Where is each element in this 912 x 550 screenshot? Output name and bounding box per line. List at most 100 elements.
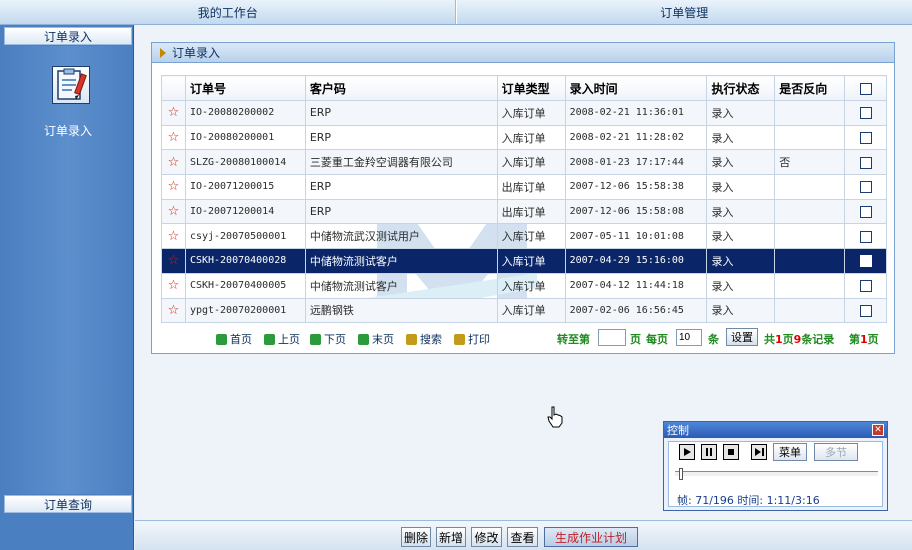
goto-label: 转至第 (557, 333, 590, 346)
row-checkbox[interactable] (859, 230, 872, 243)
row-checkbox[interactable] (859, 156, 872, 169)
cell-select[interactable] (844, 223, 887, 250)
close-icon[interactable]: ✕ (872, 424, 884, 436)
next-page-link[interactable]: 下页 (310, 331, 346, 347)
cell-customer: 远鹏钢铁 (304, 297, 498, 324)
control-body: 菜单 多节 帧: 71/196 时间: 1:11/3:16 (668, 441, 883, 507)
cell-select[interactable] (844, 248, 887, 274)
cell-select[interactable] (844, 297, 887, 324)
cell-order-type: 入库订单 (496, 223, 566, 250)
col-order-no[interactable]: 订单号 (184, 75, 306, 101)
set-button[interactable]: 设置 (726, 328, 758, 346)
table-row[interactable]: ☆ CSKH-20070400005 中储物流测试客户 入库订单 2007-04-12 … (161, 272, 887, 299)
total-mid: 页 (782, 333, 794, 346)
search-link[interactable]: 搜索 (406, 331, 442, 347)
cell-order-type: 入库订单 (496, 149, 566, 176)
col-order-type[interactable]: 订单类型 (496, 75, 566, 101)
cell-order-no: IO-20071200015 (184, 174, 306, 200)
table-row[interactable]: ☆ IO-20080200001 ERP 入库订单 2008-02-21 11:28:0… (161, 124, 887, 151)
star-icon: ☆ (161, 272, 186, 299)
total-summary: 共1页9条记录 (764, 331, 834, 347)
control-window: 控制 ✕ 菜单 多节 帧: 71/196 时间: 1:11/3:16 (663, 421, 888, 511)
order-entry-panel: 订单录入 订单号 客户码 订单类型 录入时间 执行状态 是否反向 ☆ IO-200… (151, 42, 895, 354)
slider-thumb[interactable] (679, 468, 684, 480)
menu-button[interactable]: 菜单 (773, 443, 807, 461)
table-row[interactable]: ☆ csyj-20070500001 中储物流武汉测试用户 入库订单 2007-05-1… (161, 223, 887, 250)
total-pages: 1 (775, 333, 783, 346)
search-label: 搜索 (420, 333, 442, 346)
table-row[interactable]: ☆ ypgt-20070200001 远鹏钢铁 入库订单 2007-02-06 16:5… (161, 297, 887, 324)
order-entry-icon[interactable] (52, 66, 90, 104)
print-icon (454, 333, 465, 345)
col-customer[interactable]: 客户码 (304, 75, 498, 101)
cell-order-no: IO-20071200014 (184, 198, 306, 225)
star-icon: ☆ (161, 198, 186, 225)
goto-page-unit: 页 (630, 333, 641, 346)
table-row[interactable]: ☆ IO-20080200002 ERP 入库订单 2008-02-21 11:36:0… (161, 100, 887, 126)
cell-order-no: CSKH-20070400005 (184, 272, 306, 299)
sidebar-section-order-query[interactable]: 订单查询 (4, 495, 132, 513)
row-checkbox[interactable] (859, 132, 872, 145)
star-icon: ☆ (161, 174, 186, 200)
col-status[interactable]: 执行状态 (706, 75, 776, 101)
row-checkbox[interactable] (859, 107, 872, 120)
stop-icon (728, 449, 734, 455)
cell-select[interactable] (844, 198, 887, 225)
section-button[interactable]: 多节 (814, 443, 858, 461)
cell-select[interactable] (844, 272, 887, 299)
cell-reverse (774, 174, 846, 200)
row-checkbox[interactable] (859, 206, 872, 219)
cell-customer: ERP (304, 174, 498, 200)
cell-order-no: IO-20080200001 (184, 124, 306, 151)
cell-select[interactable] (844, 174, 887, 200)
per-page-input[interactable] (676, 329, 702, 346)
play-button[interactable] (679, 444, 695, 460)
table-row[interactable]: ☆ IO-20071200015 ERP 出库订单 2007-12-06 15:58:3… (161, 174, 887, 200)
next-frame-button[interactable] (751, 444, 767, 460)
table-row[interactable]: ☆ SLZG-20080100014 三菱重工金羚空调器有限公司 入库订单 2008-0… (161, 149, 887, 176)
cell-order-type: 出库订单 (496, 198, 566, 225)
control-title: 控制 (667, 424, 689, 437)
row-checkbox[interactable] (859, 181, 872, 194)
cell-reverse (774, 272, 846, 299)
prev-page-link[interactable]: 上页 (264, 331, 300, 347)
row-checkbox[interactable] (859, 255, 872, 268)
stop-button[interactable] (723, 444, 739, 460)
delete-button[interactable]: 删除 (401, 527, 431, 547)
pause-button[interactable] (701, 444, 717, 460)
star-icon: ☆ (161, 297, 186, 324)
play-icon (684, 448, 691, 456)
cell-entry-time: 2007-05-11 10:01:08 (564, 223, 708, 250)
add-button[interactable]: 新增 (436, 527, 466, 547)
control-title-bar[interactable]: 控制 ✕ (664, 422, 887, 438)
col-reverse[interactable]: 是否反向 (774, 75, 846, 101)
panel-title-bar: 订单录入 (152, 43, 894, 63)
cell-status: 录入 (706, 149, 776, 176)
cell-select[interactable] (844, 100, 887, 126)
cell-select[interactable] (844, 149, 887, 176)
view-button[interactable]: 查看 (507, 527, 538, 547)
bottom-toolbar: 删除 新增 修改 查看 生成作业计划 (135, 520, 912, 550)
select-all-checkbox[interactable] (859, 82, 872, 95)
goto-page-input[interactable] (598, 329, 626, 346)
edit-button[interactable]: 修改 (471, 527, 502, 547)
generate-plan-button[interactable]: 生成作业计划 (544, 527, 638, 547)
tab-my-workbench[interactable]: 我的工作台 (0, 0, 456, 24)
print-link[interactable]: 打印 (454, 331, 490, 347)
cell-order-no: ypgt-20070200001 (184, 297, 306, 324)
playback-slider[interactable] (675, 468, 878, 480)
first-page-link[interactable]: 首页 (216, 331, 252, 347)
sidebar-section-order-entry[interactable]: 订单录入 (4, 27, 132, 45)
tab-order-management[interactable]: 订单管理 (455, 0, 912, 24)
row-checkbox[interactable] (859, 304, 872, 317)
col-entry-time[interactable]: 录入时间 (564, 75, 708, 101)
cell-select[interactable] (844, 124, 887, 151)
current-page-summary: 第1页 (849, 331, 879, 347)
col-select-all[interactable] (844, 75, 887, 101)
last-page-link[interactable]: 末页 (358, 331, 394, 347)
table-row[interactable]: ☆ IO-20071200014 ERP 出库订单 2007-12-06 15:58:0… (161, 198, 887, 225)
table-row[interactable]: ☆ CSKH-20070400028 中储物流测试客户 入库订单 2007-04-29 … (161, 248, 887, 274)
cell-reverse (774, 248, 846, 274)
cell-order-type: 入库订单 (496, 124, 566, 151)
row-checkbox[interactable] (859, 280, 872, 293)
